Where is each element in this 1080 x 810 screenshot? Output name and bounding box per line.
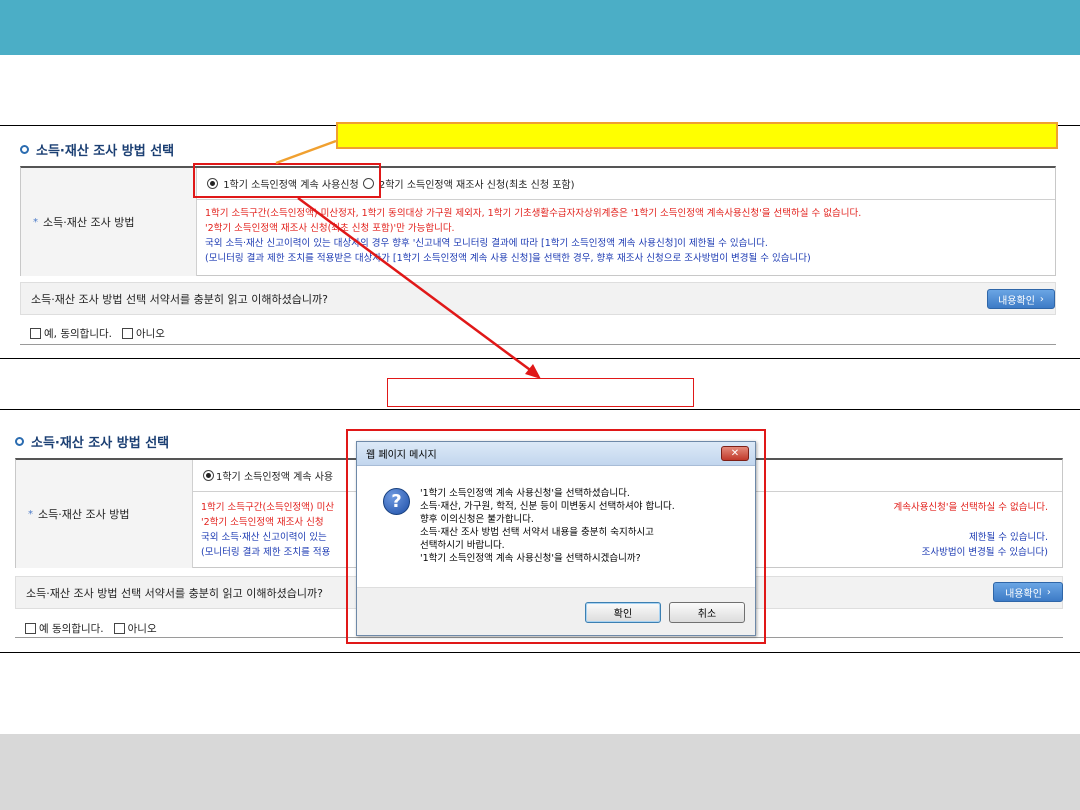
lower-section-title-text: 소득·재산 조사 방법 선택 (31, 436, 170, 451)
dialog-ok-button[interactable]: 확인 (585, 602, 661, 623)
lower-radio-option-1-label[interactable]: 1학기 소득인정액 계속 사용 (216, 468, 333, 483)
lower-chevron-right-icon: › (1046, 586, 1051, 598)
dialog-cancel-button[interactable]: 취소 (669, 602, 745, 623)
lower-agree-check-row: 예 동의합니다. 아니오 (25, 621, 157, 636)
lower-agree-no-checkbox[interactable] (113, 623, 125, 634)
lower-agree-no-label[interactable]: 아니오 (128, 621, 157, 636)
dialog-cancel-label[interactable]: 취소 (698, 605, 716, 620)
lower-content-confirm-label[interactable]: 내용확인 (1005, 585, 1042, 600)
lower-method-label: 소득·재산 조사 방법 (38, 508, 130, 521)
dialog-message: '1학기 소득인정액 계속 사용신청'을 선택하셨습니다. 소득·재산, 가구원… (420, 487, 750, 565)
dialog-line-5: 선택하시기 바랍니다. (420, 540, 505, 551)
dialog-titlebar: 웹 페이지 메시지 ✕ (357, 442, 755, 466)
lower-agree-yes-label[interactable]: 예 동의합니다. (39, 621, 104, 636)
dialog-line-4: 소득·재산 조사 방법 선택 서약서 내용을 충분히 숙지하시고 (420, 527, 654, 538)
dialog-line-2: 소득·재산, 가구원, 학적, 신분 등이 미변동시 선택하셔야 합니다. (420, 501, 675, 512)
lower-radio-selected-icon[interactable] (203, 470, 214, 481)
message-dialog: 웹 페이지 메시지 ✕ ? '1학기 소득인정액 계속 사용신청'을 선택하셨습… (356, 441, 756, 636)
close-icon[interactable]: ✕ (731, 448, 739, 459)
dialog-question-icon-wrap: ? (383, 488, 410, 515)
question-glyph: ? (391, 491, 402, 512)
lower-content-confirm-button[interactable]: 내용확인 › (993, 582, 1063, 602)
dialog-close-button[interactable]: ✕ (721, 446, 749, 461)
dialog-line-1: '1학기 소득인정액 계속 사용신청'을 선택하셨습니다. (420, 488, 630, 499)
lower-section-title: 소득·재산 조사 방법 선택 (15, 432, 169, 451)
callout-connector (275, 139, 337, 165)
dialog-ok-label[interactable]: 확인 (614, 605, 632, 620)
lower-agree-yes-checkbox[interactable] (25, 623, 36, 634)
question-icon: ? (383, 488, 410, 515)
lower-callout-box (387, 378, 694, 407)
red-arrow-line (297, 196, 538, 377)
lower-bullet-ring-icon (15, 437, 24, 446)
lower-method-label-cell: * 소득·재산 조사 방법 (16, 460, 193, 568)
dialog-title: 웹 페이지 메시지 (366, 450, 437, 461)
red-arrow-head (525, 364, 541, 379)
dialog-footer: 확인 취소 (357, 587, 755, 635)
lower-required-mark: * (28, 508, 33, 520)
dialog-line-3: 향후 이의신청은 불가합니다. (420, 514, 534, 525)
lower-agree-question: 소득·재산 조사 방법 선택 서약서를 충분히 읽고 이해하셨습니까? (26, 586, 323, 600)
dialog-line-6: '1학기 소득인정액 계속 사용신청'을 선택하시겠습니까? (420, 553, 641, 564)
